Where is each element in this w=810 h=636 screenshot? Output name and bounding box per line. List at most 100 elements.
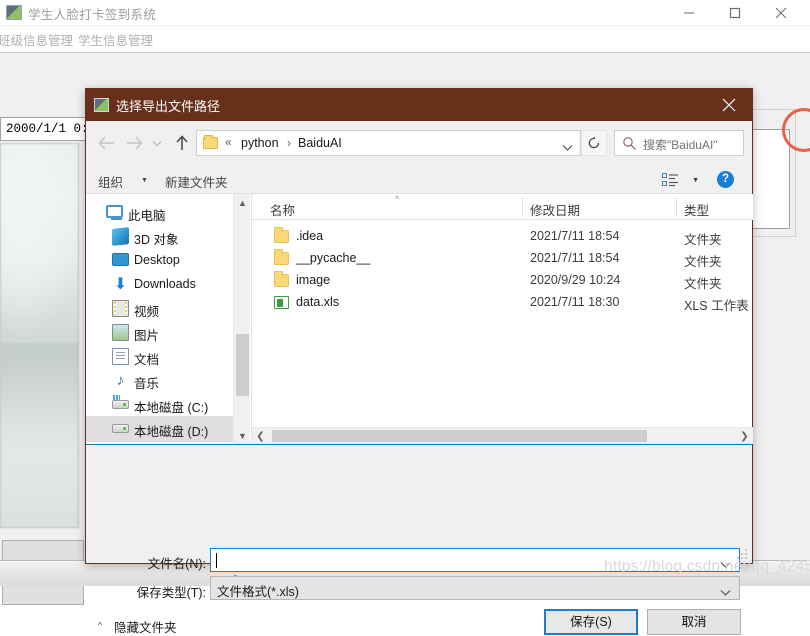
dialog-toolbar: 组织 ▼ 新建文件夹 ▼ ? [86, 165, 752, 194]
savetype-select[interactable]: 文件格式(*.xls) [210, 576, 740, 600]
forward-icon[interactable] [122, 131, 146, 155]
tree-item-label: 图片 [134, 329, 160, 343]
tree-item-label: 3D 对象 [134, 233, 179, 247]
scroll-up-icon[interactable]: ▲ [234, 194, 251, 211]
file-name: .idea [296, 229, 324, 243]
disk-c-icon [112, 395, 129, 409]
up-level-icon[interactable] [170, 131, 194, 155]
address-bar[interactable]: « python › BaiduAI [196, 130, 581, 156]
tree-item-8[interactable]: 本地磁盘 (C:) [86, 392, 233, 418]
maximize-button[interactable] [712, 0, 758, 26]
scrollbar-thumb[interactable] [236, 334, 249, 396]
tree-item-label: 文档 [134, 353, 160, 367]
scroll-down-icon[interactable]: ▼ [234, 427, 251, 444]
view-chevron-down-icon[interactable]: ▼ [692, 177, 699, 184]
column-header-date[interactable]: 修改日期 [530, 200, 580, 219]
tree-item-4[interactable]: 视频 [86, 296, 233, 322]
scroll-right-icon[interactable]: ❯ [736, 428, 753, 444]
tree-item-label: 音乐 [134, 377, 160, 391]
3d-objects-icon [112, 227, 129, 246]
file-name: image [296, 273, 331, 287]
column-header-name[interactable]: 名称 [270, 200, 295, 219]
column-divider [676, 198, 677, 216]
hide-folders-chevron-up-icon[interactable]: ^ [98, 621, 102, 630]
savetype-label: 保存类型(T): [136, 586, 206, 600]
filename-input[interactable] [210, 548, 740, 572]
filename-chevron-down-icon[interactable] [720, 556, 731, 574]
breadcrumb-python[interactable]: python [241, 136, 279, 150]
cancel-button[interactable]: 取消 [647, 609, 741, 635]
minimize-button[interactable] [666, 0, 712, 26]
disk-d-icon [112, 424, 129, 433]
table-row[interactable]: data.xls 2021/7/11 18:30 XLS 工作表 [252, 292, 753, 314]
webcam-shading [1, 343, 78, 527]
tree-item-2[interactable]: Desktop [86, 248, 233, 274]
search-input[interactable]: 搜索"BaiduAI" [614, 130, 744, 156]
dialog-form-area: 文件名(N): 保存类型(T): 文件格式(*.xls) ^ 隐藏文件夹 保存(… [86, 445, 752, 635]
file-type: 文件夹 [684, 255, 722, 269]
app-menubar: 班级信息管理 学生信息管理 [0, 26, 810, 52]
dialog-title: 选择导出文件路径 [116, 99, 221, 114]
dialog-close-button[interactable] [706, 89, 752, 121]
address-prefix: « [225, 135, 232, 149]
tree-item-1[interactable]: 3D 对象 [86, 224, 233, 250]
xls-icon [274, 296, 289, 309]
file-list-header: 名称 修改日期 类型 ^ [252, 194, 753, 220]
table-row[interactable]: .idea 2021/7/11 18:54 文件夹 [252, 226, 753, 248]
savetype-chevron-down-icon[interactable] [720, 584, 731, 602]
navigation-pane-scrollbar[interactable]: ▲ ▼ [233, 194, 250, 444]
tree-item-7[interactable]: ♪ 音乐 [86, 368, 233, 394]
save-button[interactable]: 保存(S) [544, 609, 638, 635]
organize-chevron-down-icon[interactable]: ▼ [141, 177, 148, 184]
close-button[interactable] [758, 0, 804, 26]
file-date: 2021/7/11 18:54 [530, 251, 620, 265]
sort-ascending-icon: ^ [395, 194, 400, 204]
tree-item-9[interactable]: 本地磁盘 (D:) [86, 416, 233, 442]
address-chevron-down-icon[interactable] [562, 139, 573, 157]
help-button[interactable]: ? [717, 171, 734, 188]
resize-grip[interactable] [737, 548, 749, 560]
tree-item-6[interactable]: 文档 [86, 344, 233, 370]
tree-item-label: 本地磁盘 (C:) [134, 401, 209, 415]
app-titlebar: 学生人脸打卡签到系统 [0, 0, 810, 26]
file-type: 文件夹 [684, 233, 722, 247]
tree-item-5[interactable]: 图片 [86, 320, 233, 346]
hide-folders-toggle[interactable]: 隐藏文件夹 [114, 617, 177, 636]
save-file-dialog: 选择导出文件路径 « python › BaiduAI 搜索"BaiduAI" … [85, 88, 753, 635]
scroll-left-icon[interactable]: ❮ [252, 428, 269, 444]
text-cursor [216, 553, 217, 568]
tree-item-label: 本地磁盘 (D:) [134, 425, 209, 439]
column-header-type[interactable]: 类型 [684, 200, 709, 219]
folder-icon [274, 227, 289, 243]
new-folder-button[interactable]: 新建文件夹 [165, 172, 228, 191]
search-icon [622, 136, 637, 156]
breadcrumb-baiduai[interactable]: BaiduAI [298, 136, 342, 150]
dialog-content-area: 此电脑 3D 对象 Desktop ⬇ Downloads 视频图片文档 ♪ 音乐本地磁盘 (… [86, 194, 753, 444]
tree-item-label: 此电脑 [128, 209, 166, 223]
tree-item-0[interactable]: 此电脑 [86, 200, 233, 226]
filename-label: 文件名(N): [147, 557, 206, 571]
app-title: 学生人脸打卡签到系统 [28, 8, 157, 22]
file-list-horizontal-scrollbar[interactable]: ❮ ❯ [252, 427, 753, 444]
tree-item-label: Desktop [134, 253, 180, 267]
hscrollbar-thumb[interactable] [272, 430, 647, 442]
folder-icon [274, 249, 289, 265]
navigation-pane: 此电脑 3D 对象 Desktop ⬇ Downloads 视频图片文档 ♪ 音乐本地磁盘 (… [86, 194, 233, 444]
organize-button[interactable]: 组织 [98, 172, 123, 191]
recent-locations-chevron-down-icon[interactable] [148, 131, 166, 155]
dialog-icon [94, 98, 109, 112]
table-row[interactable]: image 2020/9/29 10:24 文件夹 [252, 270, 753, 292]
back-icon[interactable] [94, 131, 118, 155]
navigation-row: « python › BaiduAI 搜索"BaiduAI" [86, 121, 752, 165]
file-date: 2021/7/11 18:54 [530, 229, 620, 243]
savetype-value: 文件格式(*.xls) [217, 585, 299, 599]
table-row[interactable]: __pycache__ 2021/7/11 18:54 文件夹 [252, 248, 753, 270]
file-list-pane: 名称 修改日期 类型 ^ .idea 2021/7/11 18:54 文件夹 __py… [251, 194, 753, 444]
menu-item-student-management[interactable]: 学生信息管理 [78, 30, 153, 49]
folder-icon [203, 135, 218, 149]
menu-item-class-management[interactable]: 班级信息管理 [0, 30, 73, 49]
documents-icon [112, 348, 129, 365]
tree-item-3[interactable]: ⬇ Downloads [86, 272, 233, 298]
view-list-icon[interactable] [662, 173, 679, 192]
refresh-icon[interactable] [581, 130, 607, 156]
